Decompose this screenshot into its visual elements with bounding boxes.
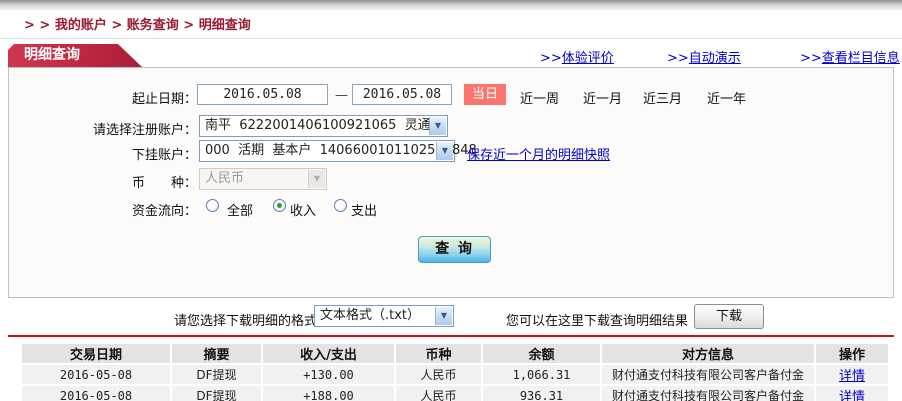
col-header-currency: 币种 [396, 344, 481, 363]
registered-account-value: 南平 6222001406100921065 灵通卡 [205, 118, 444, 133]
quick-range-today-badge[interactable]: 当日 [464, 84, 506, 105]
table-header-row: 交易日期 摘要 收入/支出 币种 余额 对方信息 操作 [22, 344, 888, 363]
quick-range-month[interactable]: 近一月 [583, 88, 622, 107]
quick-range-3months[interactable]: 近三月 [643, 88, 682, 107]
table-row: 2016-05-08 DF提现 +130.00 人民币 1,066.31 财付通… [22, 365, 888, 384]
query-button[interactable]: 查 询 [418, 236, 491, 263]
breadcrumb: > > 我的账户 > 账务查询 > 明细查询 [24, 18, 251, 33]
date-from-input[interactable] [197, 84, 328, 105]
download-format-label: 请您选择下载明细的格式 [174, 314, 318, 329]
col-header-counterparty: 对方信息 [602, 344, 814, 363]
radio-dot [277, 203, 282, 208]
top-gradient-bar [0, 0, 902, 10]
link-view-column-info[interactable]: >>查看栏目信息 [800, 47, 900, 66]
download-hint: 您可以在这里下载查询明细结果 [506, 314, 689, 329]
save-snapshot-link[interactable]: 保存近一个月的明细快照 [467, 144, 610, 163]
download-format-value: 文本格式（.txt） [320, 308, 421, 323]
sub-account-select[interactable]: 000 活期 基本户 1406600101102571848 ▼ [199, 140, 477, 162]
cell-counterparty: 财付通支付科技有限公司客户备付金 [602, 365, 814, 384]
cell-summary: DF提现 [172, 386, 261, 401]
cell-currency: 人民币 [396, 386, 481, 401]
chevron-down-icon: ▼ [435, 307, 452, 325]
chevrons-text: >> [800, 51, 822, 66]
results-table: 交易日期 摘要 收入/支出 币种 余额 对方信息 操作 2016-05-08 D… [20, 342, 890, 401]
chevron-down-icon: ▼ [308, 170, 325, 188]
radio-all-label[interactable]: 全部 [227, 200, 253, 219]
date-separator: — [335, 88, 348, 103]
cell-amount: +130.00 [263, 365, 394, 384]
col-header-date: 交易日期 [22, 344, 170, 363]
page: > > 我的账户 > 账务查询 > 明细查询 明细查询 >>体验评价 >>自动演… [0, 0, 902, 401]
currency-label: 币 种： [131, 176, 197, 191]
radio-income-checked[interactable] [273, 199, 286, 212]
chevron-down-icon: ▼ [436, 142, 453, 160]
link-auto-demo[interactable]: >>自动演示 [667, 47, 741, 66]
detail-link[interactable]: 详情 [839, 390, 865, 401]
radio-expense-label[interactable]: 支出 [351, 200, 377, 219]
tab-detail-query[interactable]: 明细查询 [8, 44, 142, 67]
radio-all[interactable] [206, 199, 219, 212]
sub-account-label: 下挂账户： [131, 148, 197, 163]
download-button[interactable]: 下载 [694, 304, 764, 329]
col-header-summary: 摘要 [172, 344, 261, 363]
chevrons-text: >> [667, 51, 689, 66]
radio-expense[interactable] [334, 199, 347, 212]
col-header-balance: 余额 [483, 344, 600, 363]
date-to-input[interactable] [352, 84, 452, 105]
chevrons-text: >> [540, 51, 562, 66]
cell-balance: 936.31 [483, 386, 600, 401]
table-row: 2016-05-08 DF提现 +188.00 人民币 936.31 财付通支付… [22, 386, 888, 401]
cell-summary: DF提现 [172, 365, 261, 384]
chevron-down-icon: ▼ [429, 117, 446, 135]
cell-counterparty: 财付通支付科技有限公司客户备付金 [602, 386, 814, 401]
red-divider [8, 335, 894, 337]
cell-date: 2016-05-08 [22, 386, 170, 401]
currency-value: 人民币 [205, 171, 245, 186]
date-range-label: 起止日期： [131, 92, 197, 107]
radio-income-label[interactable]: 收入 [290, 200, 316, 219]
registered-account-select[interactable]: 南平 6222001406100921065 灵通卡 ▼ [199, 115, 448, 137]
quick-range-week[interactable]: 近一周 [520, 88, 559, 107]
download-format-select[interactable]: 文本格式（.txt） ▼ [314, 305, 454, 327]
cell-currency: 人民币 [396, 365, 481, 384]
link-experience-rating[interactable]: >>体验评价 [540, 47, 614, 66]
col-header-action: 操作 [816, 344, 888, 363]
cell-date: 2016-05-08 [22, 365, 170, 384]
detail-link[interactable]: 详情 [839, 369, 865, 384]
currency-select-disabled: 人民币 ▼ [199, 168, 327, 190]
flow-direction-label: 资金流向： [131, 204, 197, 219]
cell-balance: 1,066.31 [483, 365, 600, 384]
breadcrumb-divider [0, 38, 902, 39]
quick-range-year[interactable]: 近一年 [707, 88, 746, 107]
cell-amount: +188.00 [263, 386, 394, 401]
registered-account-label: 请选择注册账户： [92, 123, 197, 138]
col-header-amount: 收入/支出 [263, 344, 394, 363]
